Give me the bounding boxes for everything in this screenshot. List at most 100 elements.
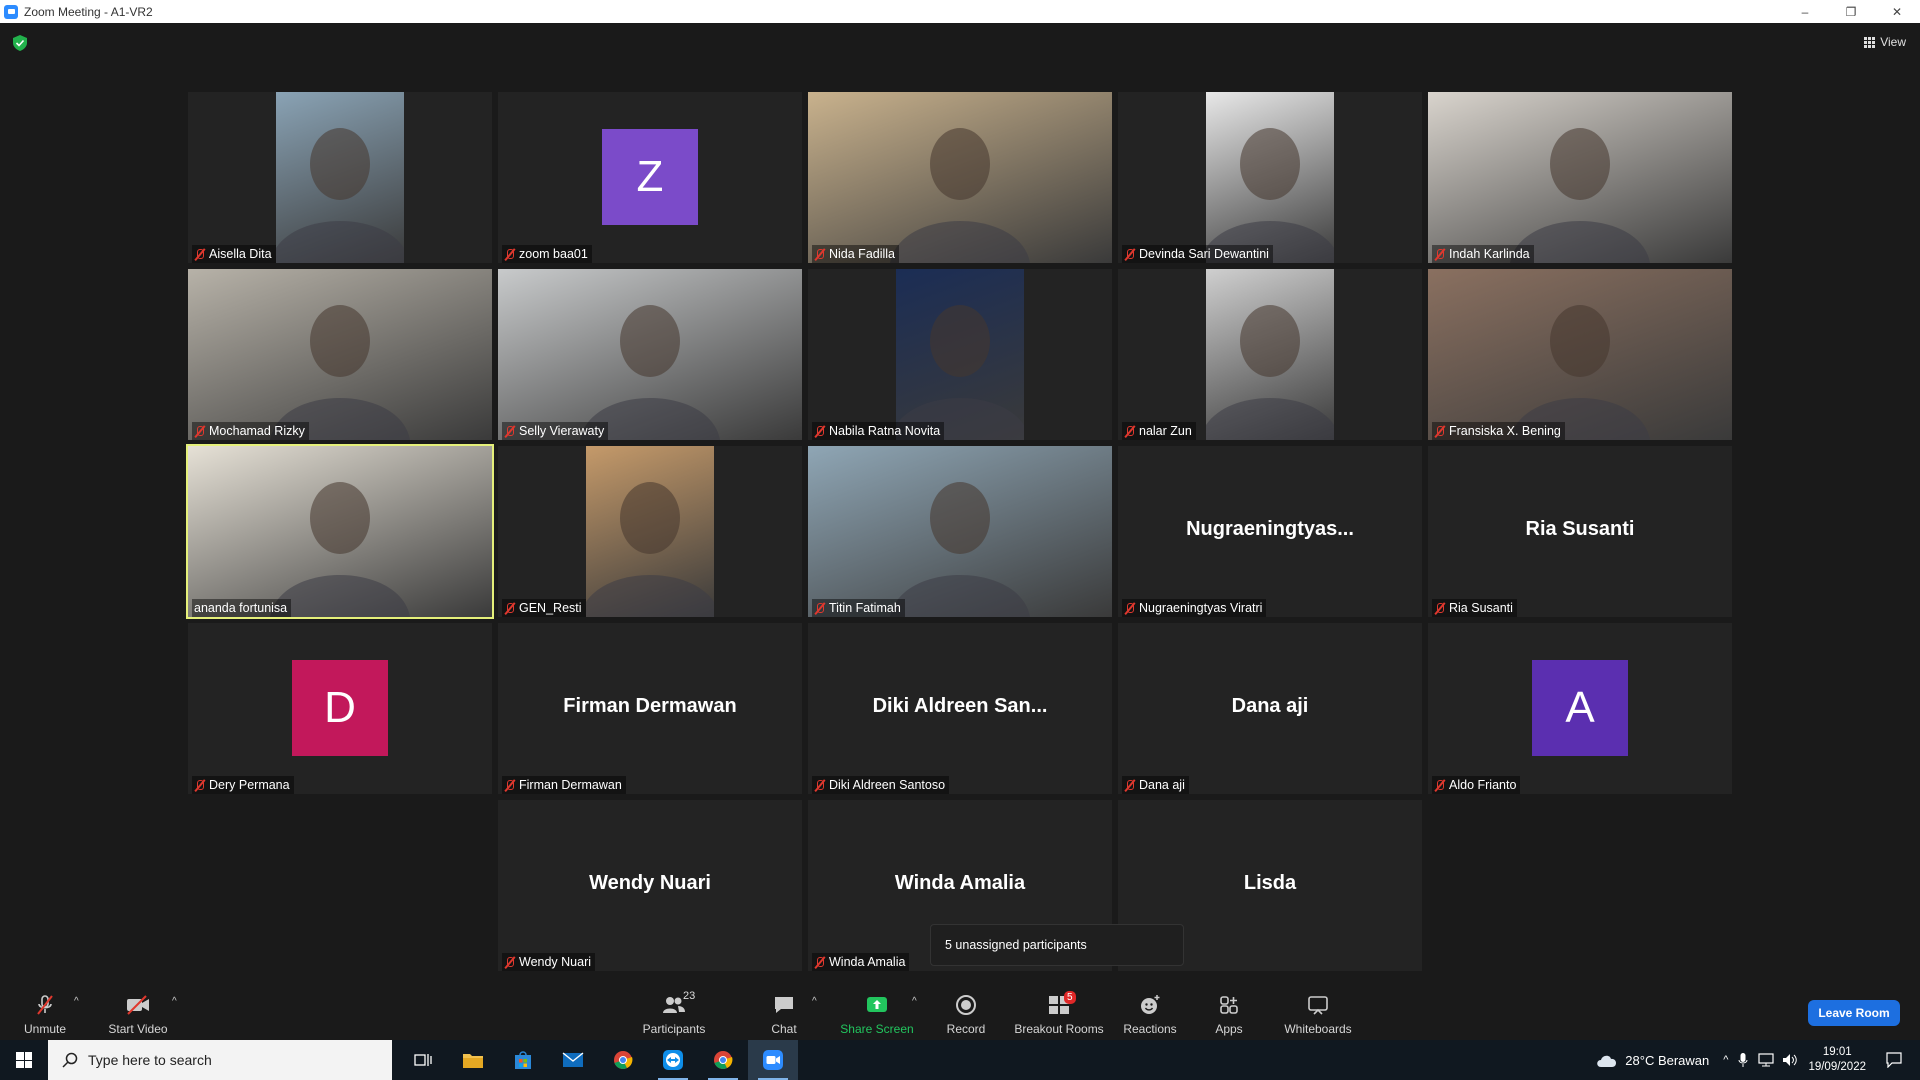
muted-mic-icon [1124,248,1135,261]
clock[interactable]: 19:01 19/09/2022 [1808,1045,1866,1075]
reactions-button[interactable]: Reactions [1107,982,1193,1040]
participant-tile[interactable]: D Dery Permana [188,623,492,794]
participant-tile[interactable]: Titin Fatimah [808,446,1112,617]
participant-tile[interactable]: Nugraeningtyas... Nugraeningtyas Viratri [1118,446,1422,617]
whiteboards-label: Whiteboards [1284,1022,1352,1036]
task-view-button[interactable] [398,1040,448,1080]
participant-tile[interactable]: Mochamad Rizky [188,269,492,440]
volume-icon[interactable] [1782,1053,1798,1067]
chrome-profile-taskbar-button[interactable] [698,1040,748,1080]
share-screen-icon [864,994,890,1016]
mail-taskbar-button[interactable] [548,1040,598,1080]
breakout-rooms-icon: 5 [1046,991,1076,1016]
unmute-label: Unmute [23,1022,67,1036]
search-icon [62,1052,78,1068]
apps-label: Apps [1215,1022,1243,1036]
chrome-taskbar-button[interactable] [598,1040,648,1080]
participant-tile[interactable]: Fransiska X. Bening [1428,269,1732,440]
muted-mic-icon [504,425,515,438]
participant-tile[interactable]: Nida Fadilla [808,92,1112,263]
mail-envelope-icon [562,1052,584,1067]
muted-mic-icon [504,956,515,969]
muted-microphone-icon [32,994,58,1016]
start-button[interactable] [0,1040,48,1080]
participant-tile[interactable]: Zzoom baa01 [498,92,802,263]
participant-avatar: Z [602,129,698,225]
audio-options-chevron-icon[interactable]: ^ [74,996,79,1007]
participant-tile[interactable]: Diki Aldreen San... Diki Aldreen Santoso [808,623,1112,794]
close-button[interactable]: ✕ [1874,0,1920,23]
chat-button[interactable]: Chat [741,982,827,1040]
tooltip-text: 5 unassigned participants [945,938,1087,952]
participant-tile[interactable]: Ria Susanti Ria Susanti [1428,446,1732,617]
participant-tile[interactable]: ananda fortunisa [186,444,494,619]
participant-name-label: Winda Amalia [812,953,910,971]
participant-tile[interactable]: Firman Dermawan Firman Dermawan [498,623,802,794]
muted-mic-icon [1434,248,1445,261]
participant-display-name: Diki Aldreen San... [872,695,1048,717]
person-silhouette [580,482,720,617]
microphone-icon[interactable] [1738,1052,1748,1068]
leave-room-button[interactable]: Leave Room [1808,1000,1900,1026]
participant-tile[interactable]: Wendy Nuari Wendy Nuari [498,800,802,971]
participants-label: Participants [642,1022,706,1036]
participant-tile[interactable]: Aisella Dita [188,92,492,263]
whiteboards-button[interactable]: Whiteboards [1275,982,1361,1040]
participant-display-name: Dana aji [1231,695,1309,717]
participants-button[interactable]: 23 Participants [631,982,717,1040]
view-label: View [1880,35,1906,49]
participant-tile[interactable]: Selly Vierawaty [498,269,802,440]
person-silhouette [1200,128,1340,263]
breakout-rooms-badge: 5 [1064,991,1076,1004]
zoom-taskbar-button[interactable] [748,1040,798,1080]
view-button[interactable]: View [1864,33,1906,51]
weather-text[interactable]: 28°C Berawan [1625,1053,1709,1068]
breakout-rooms-button[interactable]: 5 Breakout Rooms [1014,982,1104,1040]
network-icon[interactable] [1758,1053,1775,1067]
meeting-controls: Unmute ^ Start Video ^ 23 Participants C… [0,982,1920,1040]
share-options-chevron-icon[interactable]: ^ [912,996,917,1007]
muted-mic-icon [194,425,205,438]
file-explorer-taskbar-button[interactable] [448,1040,498,1080]
muted-mic-icon [814,602,825,615]
tray-chevron-icon[interactable]: ^ [1723,1054,1728,1066]
participant-name: Nida Fadilla [829,247,896,261]
apps-button[interactable]: Apps [1186,982,1272,1040]
participant-tile[interactable]: Dana aji Dana aji [1118,623,1422,794]
record-button[interactable]: Record [923,982,1009,1040]
unmute-button[interactable]: Unmute [2,982,88,1040]
muted-mic-icon [1124,602,1135,615]
participant-tile[interactable]: GEN_Resti [498,446,802,617]
chrome-profile-icon [714,1051,733,1069]
participant-name: nalar Zun [1139,424,1192,438]
participant-name-label: GEN_Resti [502,599,586,617]
person-silhouette [1510,128,1650,263]
muted-mic-icon [504,248,515,261]
chat-options-chevron-icon[interactable]: ^ [812,996,817,1007]
taskbar-search-box[interactable]: Type here to search [48,1040,392,1080]
video-options-chevron-icon[interactable]: ^ [172,996,177,1007]
teamviewer-taskbar-button[interactable] [648,1040,698,1080]
restore-button[interactable]: ❐ [1828,0,1874,23]
participant-tile[interactable]: Devinda Sari Dewantini [1118,92,1422,263]
participant-tile[interactable]: nalar Zun [1118,269,1422,440]
share-screen-button[interactable]: Share Screen [834,982,920,1040]
person-silhouette [890,305,1030,440]
participant-name: Aisella Dita [209,247,272,261]
minimize-button[interactable]: – [1782,0,1828,23]
muted-mic-icon [194,248,205,261]
clock-date: 19/09/2022 [1808,1061,1866,1073]
participant-video [580,446,720,617]
clock-time: 19:01 [1822,1046,1852,1058]
start-video-button[interactable]: Start Video [95,982,181,1040]
notifications-icon[interactable] [1886,1052,1902,1068]
participant-tile[interactable]: Indah Karlinda [1428,92,1732,263]
chat-label: Chat [771,1022,797,1036]
participant-tile[interactable]: Nabila Ratna Novita [808,269,1112,440]
zoom-icon [763,1050,783,1070]
muted-mic-icon [1434,602,1445,615]
security-shield-icon[interactable] [13,35,27,51]
participant-tile[interactable]: A Aldo Frianto [1428,623,1732,794]
store-taskbar-button[interactable] [498,1040,548,1080]
title-bar: Zoom Meeting - A1-VR2 – ❐ ✕ [0,0,1920,23]
